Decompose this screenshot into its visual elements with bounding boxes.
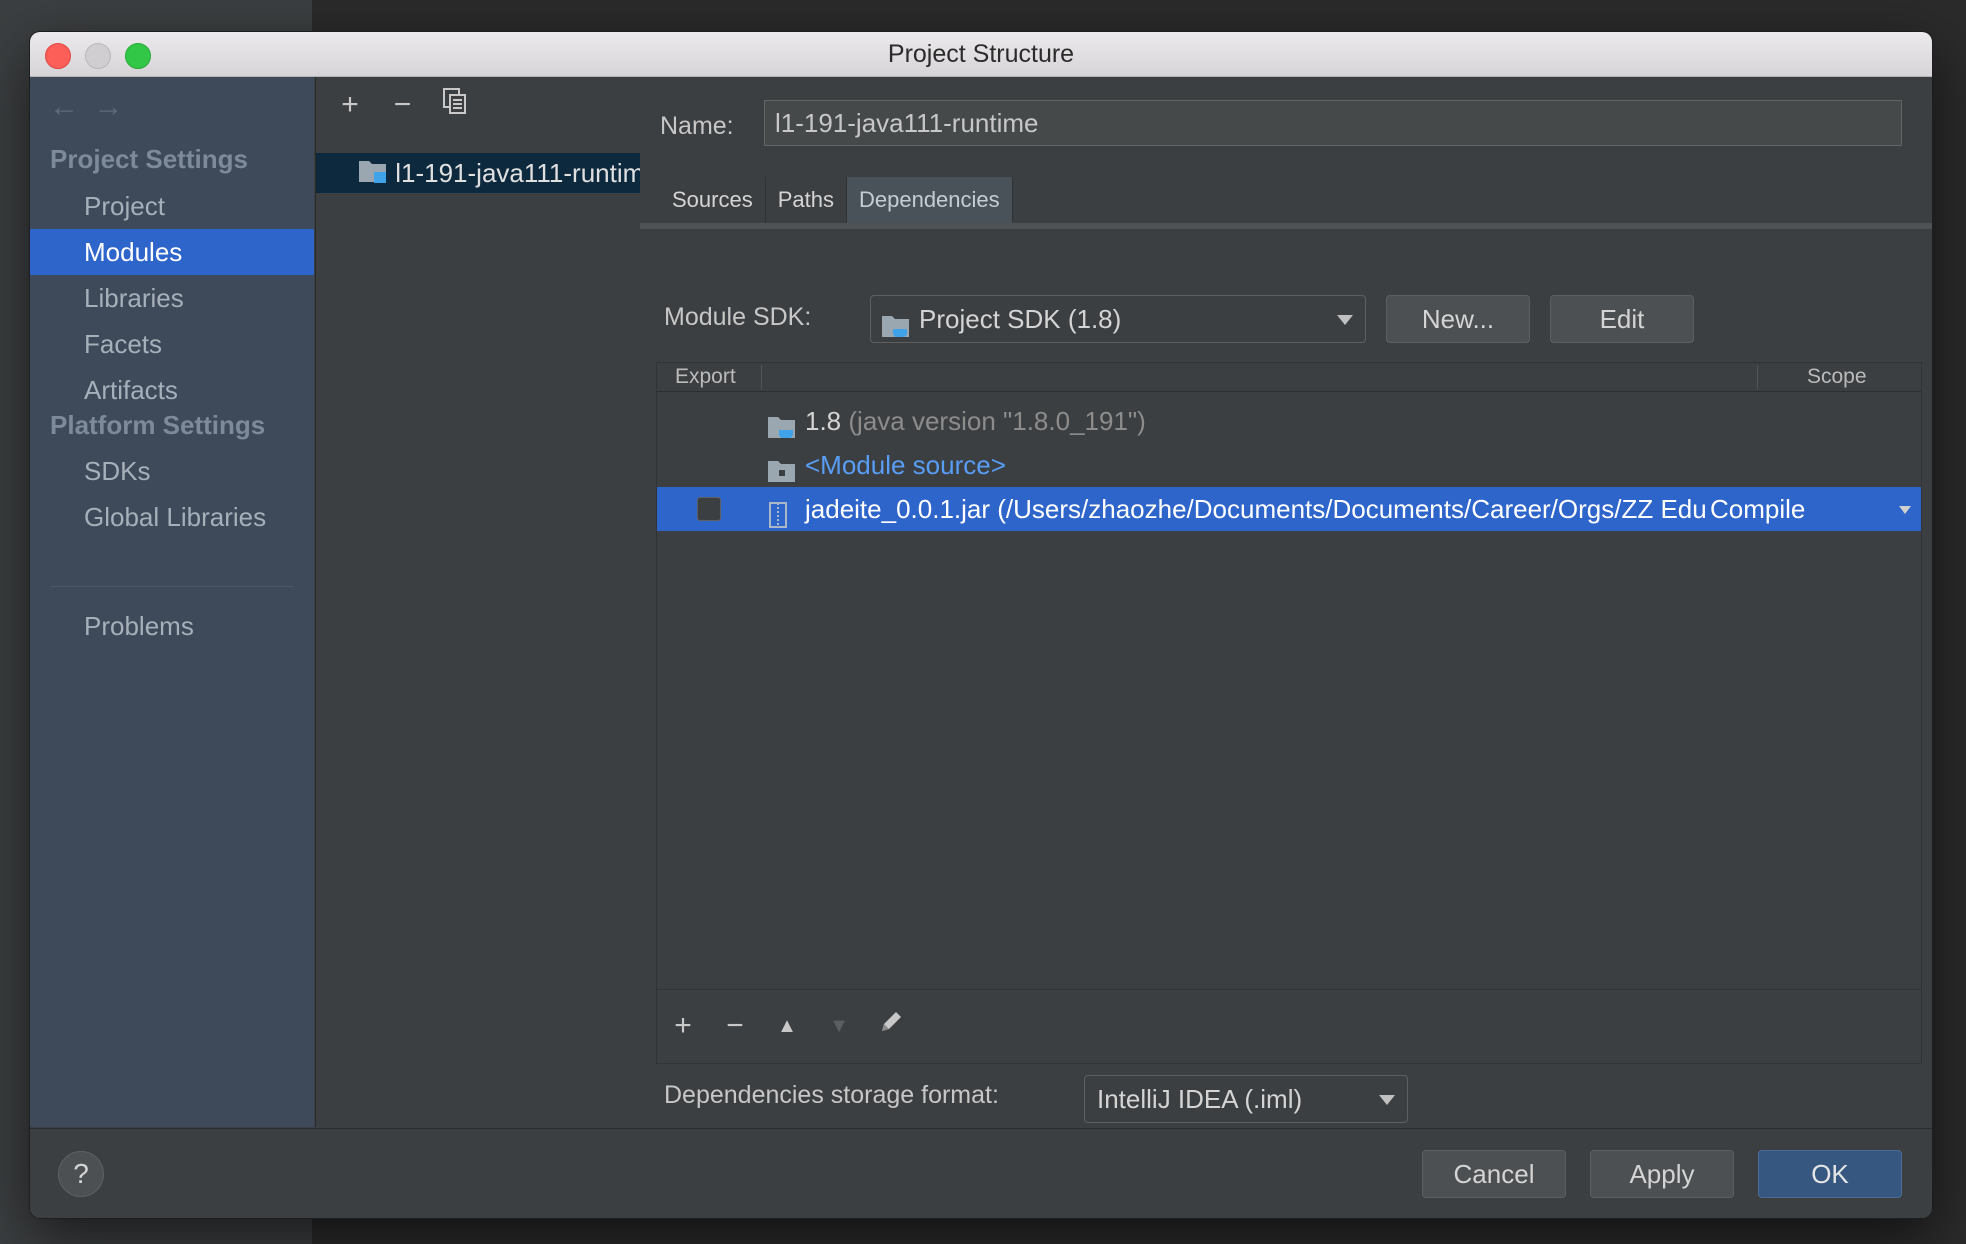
export-checkbox[interactable] bbox=[697, 497, 721, 521]
storage-format-select[interactable]: IntelliJ IDEA (.iml) bbox=[1084, 1075, 1408, 1123]
sidebar-item-global-libraries[interactable]: Global Libraries bbox=[30, 494, 314, 540]
edit-dependency-button[interactable] bbox=[867, 1006, 915, 1046]
dependencies-toolbar: + − ▲ ▼ bbox=[657, 989, 1921, 1062]
module-sdk-select[interactable]: Project SDK (1.8) bbox=[870, 295, 1366, 343]
move-up-button[interactable]: ▲ bbox=[763, 1006, 811, 1046]
module-name: l1-191-java111-runtime bbox=[395, 158, 640, 188]
dependencies-table: Export Scope 1.8 (java version "1.8.0_19… bbox=[656, 362, 1922, 1064]
project-settings-header: Project Settings bbox=[50, 144, 248, 174]
history-nav: ← → bbox=[44, 87, 128, 127]
scope-dropdown-icon[interactable] bbox=[1899, 506, 1911, 514]
sidebar-item-modules[interactable]: Modules bbox=[30, 229, 314, 275]
table-row[interactable]: jadeite_0.0.1.jar (/Users/zhaozhe/Docume… bbox=[657, 487, 1921, 531]
sidebar-item-project[interactable]: Project bbox=[30, 183, 314, 229]
sdk-folder-icon bbox=[881, 307, 911, 353]
scope-value[interactable]: Compile bbox=[1710, 487, 1805, 531]
module-sdk-label: Module SDK: bbox=[664, 303, 812, 331]
settings-sidebar: ← → Project Settings Project Modules Lib… bbox=[30, 77, 314, 1127]
pencil-icon bbox=[882, 1012, 901, 1031]
remove-module-button[interactable]: − bbox=[378, 85, 426, 125]
column-export[interactable]: Export bbox=[675, 363, 736, 391]
help-button[interactable]: ? bbox=[58, 1151, 104, 1197]
sidebar-item-problems[interactable]: Problems bbox=[30, 603, 314, 649]
forward-arrow-icon[interactable]: → bbox=[88, 87, 128, 127]
ok-button[interactable]: OK bbox=[1758, 1150, 1902, 1198]
dependency-label: 1.8 (java version "1.8.0_191") bbox=[805, 399, 1146, 443]
copy-module-button[interactable] bbox=[431, 85, 479, 125]
storage-format-value: IntelliJ IDEA (.iml) bbox=[1097, 1084, 1303, 1114]
detail-tabs: Sources Paths Dependencies bbox=[660, 177, 1013, 223]
name-label: Name: bbox=[660, 112, 734, 140]
storage-format-label: Dependencies storage format: bbox=[664, 1081, 999, 1109]
module-sdk-value: Project SDK (1.8) bbox=[919, 304, 1122, 334]
dialog-footer: ? Cancel Apply OK bbox=[30, 1128, 1932, 1218]
sidebar-divider bbox=[50, 586, 294, 587]
copy-icon bbox=[442, 88, 466, 114]
remove-dependency-button[interactable]: − bbox=[711, 1006, 759, 1046]
project-structure-dialog: Project Structure ← → Project Settings P… bbox=[30, 32, 1932, 1218]
platform-settings-header: Platform Settings bbox=[50, 410, 266, 440]
module-name-field[interactable]: l1-191-java111-runtime bbox=[764, 100, 1902, 146]
table-row[interactable]: <Module source> bbox=[657, 443, 1921, 487]
column-separator bbox=[761, 365, 762, 389]
add-module-button[interactable]: + bbox=[326, 85, 374, 125]
title-bar: Project Structure bbox=[30, 32, 1932, 77]
table-row[interactable]: 1.8 (java version "1.8.0_191") bbox=[657, 399, 1921, 443]
chevron-down-icon bbox=[1379, 1095, 1395, 1105]
tab-paths[interactable]: Paths bbox=[765, 177, 847, 223]
tabs-underline bbox=[640, 223, 1932, 229]
chevron-down-icon bbox=[1337, 315, 1353, 325]
sdk-new-button[interactable]: New... bbox=[1386, 295, 1530, 343]
module-folder-icon bbox=[358, 155, 388, 193]
sdk-name: 1.8 bbox=[805, 406, 842, 436]
sdk-edit-button[interactable]: Edit bbox=[1550, 295, 1694, 343]
column-scope[interactable]: Scope bbox=[1807, 363, 1867, 391]
cancel-button[interactable]: Cancel bbox=[1422, 1150, 1566, 1198]
sidebar-item-artifacts[interactable]: Artifacts bbox=[30, 367, 314, 413]
sidebar-item-libraries[interactable]: Libraries bbox=[30, 275, 314, 321]
module-source-label: <Module source> bbox=[805, 450, 1006, 480]
tab-dependencies[interactable]: Dependencies bbox=[846, 177, 1013, 223]
table-header: Export Scope bbox=[657, 363, 1921, 392]
column-separator bbox=[1757, 365, 1758, 389]
tab-sources[interactable]: Sources bbox=[660, 177, 766, 223]
add-dependency-button[interactable]: + bbox=[659, 1006, 707, 1046]
module-detail-pane: Name: l1-191-java111-runtime Sources Path… bbox=[640, 77, 1932, 1127]
module-list-item[interactable]: l1-191-java111-runtime bbox=[316, 153, 640, 193]
apply-button[interactable]: Apply bbox=[1590, 1150, 1734, 1198]
modules-list-pane: + − l1-191-java111-runtime bbox=[315, 77, 641, 1127]
back-arrow-icon[interactable]: ← bbox=[44, 87, 84, 127]
jar-icon bbox=[767, 497, 789, 541]
sidebar-item-sdks[interactable]: SDKs bbox=[30, 448, 314, 494]
sdk-version: (java version "1.8.0_191") bbox=[848, 406, 1146, 436]
sidebar-item-facets[interactable]: Facets bbox=[30, 321, 314, 367]
move-down-button[interactable]: ▼ bbox=[815, 1006, 863, 1046]
window-title: Project Structure bbox=[887, 40, 1075, 68]
modules-toolbar: + − bbox=[326, 85, 479, 125]
jar-path: jadeite_0.0.1.jar (/Users/zhaozhe/Docume… bbox=[805, 494, 1707, 524]
